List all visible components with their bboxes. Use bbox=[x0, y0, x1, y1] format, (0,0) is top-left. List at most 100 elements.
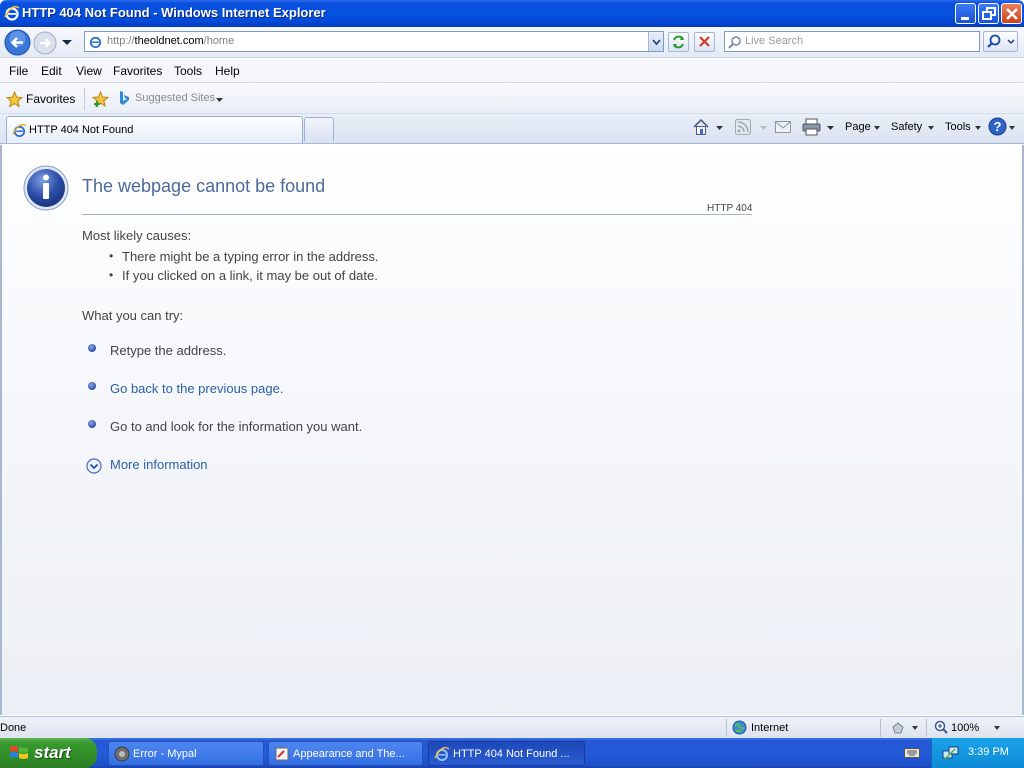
menu-edit[interactable]: Edit bbox=[41, 64, 62, 78]
menu-bar: File Edit View Favorites Tools Help bbox=[0, 59, 1024, 83]
expand-circle-icon[interactable] bbox=[86, 458, 102, 474]
chevron-down-icon bbox=[928, 126, 934, 130]
keyboard-icon[interactable] bbox=[904, 746, 920, 760]
page-title: The webpage cannot be found bbox=[82, 176, 326, 196]
favorites-label: Favorites bbox=[26, 92, 76, 106]
more-information-link[interactable]: More information bbox=[110, 457, 208, 472]
status-separator bbox=[880, 719, 881, 737]
status-bar: Done Internet 100% bbox=[0, 716, 1024, 738]
tools-menu-label: Tools bbox=[945, 121, 971, 133]
read-mail-icon[interactable] bbox=[775, 120, 791, 134]
tab-http-404[interactable]: HTTP 404 Not Found bbox=[6, 116, 303, 143]
taskbar-item-label: Error - Mypal bbox=[133, 748, 197, 760]
windows-flag-icon bbox=[10, 746, 28, 759]
back-button[interactable] bbox=[4, 29, 31, 56]
window-title: HTTP 404 Not Found - Windows Internet Ex… bbox=[22, 5, 326, 20]
menu-file[interactable]: File bbox=[9, 64, 28, 78]
refresh-button[interactable] bbox=[668, 32, 689, 52]
chevron-down-icon[interactable] bbox=[912, 726, 918, 730]
cause-item-typing-error: There might be a typing error in the add… bbox=[122, 249, 379, 264]
start-button[interactable]: start bbox=[0, 738, 97, 768]
tab-ie-icon bbox=[12, 123, 27, 138]
safety-menu-label: Safety bbox=[891, 121, 923, 133]
search-icon bbox=[728, 36, 741, 49]
bing-logo-icon bbox=[120, 91, 129, 105]
safety-menu-button[interactable]: Safety bbox=[891, 114, 935, 142]
taskbar-item-ie[interactable]: HTTP 404 Not Found ... bbox=[428, 741, 585, 766]
security-zone[interactable]: Internet bbox=[751, 722, 788, 734]
ie-logo-icon bbox=[434, 746, 450, 761]
http-status-code: HTTP 404 bbox=[707, 203, 753, 214]
zoom-dropdown-icon[interactable] bbox=[994, 726, 1000, 730]
error-page-content: The webpage cannot be found HTTP 404 Mos… bbox=[0, 145, 1024, 715]
clock[interactable]: 3:39 PM bbox=[968, 746, 1009, 758]
network-icon[interactable] bbox=[942, 745, 959, 761]
mypal-app-icon bbox=[114, 746, 130, 762]
cause-bullet: • bbox=[109, 249, 114, 263]
status-separator bbox=[726, 719, 727, 737]
favorites-bar: Favorites Suggested Sites bbox=[0, 84, 1024, 114]
recent-pages-dropdown-icon[interactable] bbox=[62, 40, 72, 46]
info-icon bbox=[23, 165, 69, 211]
close-button[interactable] bbox=[1001, 3, 1022, 24]
help-icon: ? bbox=[988, 117, 1007, 136]
address-dropdown-button[interactable] bbox=[648, 32, 663, 51]
restore-icon bbox=[982, 7, 996, 20]
taskbar-item-label: HTTP 404 Not Found ... bbox=[453, 748, 570, 760]
zoom-icon bbox=[934, 720, 948, 734]
chevron-down-icon bbox=[216, 98, 223, 102]
tab-title: HTTP 404 Not Found bbox=[29, 124, 134, 136]
zoom-level[interactable]: 100% bbox=[951, 722, 979, 734]
globe-icon bbox=[732, 720, 747, 735]
favorites-button[interactable]: Favorites bbox=[5, 89, 75, 109]
ie-logo-icon bbox=[4, 5, 20, 21]
new-tab-button[interactable] bbox=[304, 117, 334, 141]
feeds-icon[interactable] bbox=[735, 119, 751, 135]
forward-button[interactable] bbox=[33, 31, 57, 55]
search-go-button[interactable] bbox=[983, 31, 1018, 52]
feeds-dropdown-icon[interactable] bbox=[760, 126, 767, 130]
minimize-button[interactable] bbox=[955, 3, 976, 24]
address-input[interactable]: http://theoldnet.com/home bbox=[84, 31, 664, 52]
title-bar[interactable]: HTTP 404 Not Found - Windows Internet Ex… bbox=[0, 0, 1024, 27]
suggested-sites-button[interactable]: Suggested Sites bbox=[116, 89, 228, 109]
tools-menu-button[interactable]: Tools bbox=[945, 114, 983, 142]
page-menu-button[interactable]: Page bbox=[845, 114, 881, 142]
restore-button[interactable] bbox=[978, 3, 999, 24]
chevron-down-icon bbox=[975, 126, 981, 130]
chevron-down-icon bbox=[1009, 126, 1015, 130]
tab-row: HTTP 404 Not Found Page Safety Tools ? bbox=[0, 114, 1024, 144]
status-separator bbox=[926, 719, 927, 737]
menu-favorites[interactable]: Favorites bbox=[113, 64, 162, 78]
menu-tools[interactable]: Tools bbox=[174, 64, 202, 78]
protected-mode-icon[interactable] bbox=[890, 721, 906, 735]
chevron-down-icon bbox=[652, 39, 661, 46]
print-icon[interactable] bbox=[802, 118, 821, 136]
taskbar-item-label: Appearance and The... bbox=[293, 748, 405, 760]
help-menu-button[interactable]: ? bbox=[988, 117, 1018, 139]
home-dropdown-icon[interactable] bbox=[716, 126, 723, 130]
stop-button[interactable] bbox=[694, 32, 715, 52]
bullet-icon bbox=[88, 344, 96, 352]
taskbar-item-mypal[interactable]: Error - Mypal bbox=[108, 741, 264, 766]
taskbar-item-appearance[interactable]: Appearance and The... bbox=[268, 741, 423, 766]
search-input[interactable]: Live Search bbox=[724, 31, 980, 52]
address-bar: http://theoldnet.com/home Live Search bbox=[0, 27, 1024, 58]
system-tray: 3:39 PM bbox=[931, 738, 1024, 768]
try-heading: What you can try: bbox=[82, 308, 184, 323]
favbar-divider bbox=[84, 88, 85, 110]
stop-icon bbox=[699, 36, 710, 47]
go-back-link[interactable]: Go back to the previous page. bbox=[110, 381, 283, 396]
control-panel-icon bbox=[275, 747, 289, 761]
try-retype-address: Retype the address. bbox=[110, 343, 227, 358]
page-ie-icon bbox=[89, 36, 102, 49]
search-placeholder: Live Search bbox=[745, 35, 804, 47]
print-dropdown-icon[interactable] bbox=[827, 126, 834, 130]
add-to-favorites-icon[interactable] bbox=[91, 90, 110, 109]
menu-help[interactable]: Help bbox=[215, 64, 240, 78]
minimize-icon bbox=[961, 17, 969, 20]
menu-view[interactable]: View bbox=[76, 64, 102, 78]
bullet-icon bbox=[88, 420, 96, 428]
home-icon[interactable] bbox=[692, 118, 710, 136]
title-divider bbox=[82, 214, 752, 215]
